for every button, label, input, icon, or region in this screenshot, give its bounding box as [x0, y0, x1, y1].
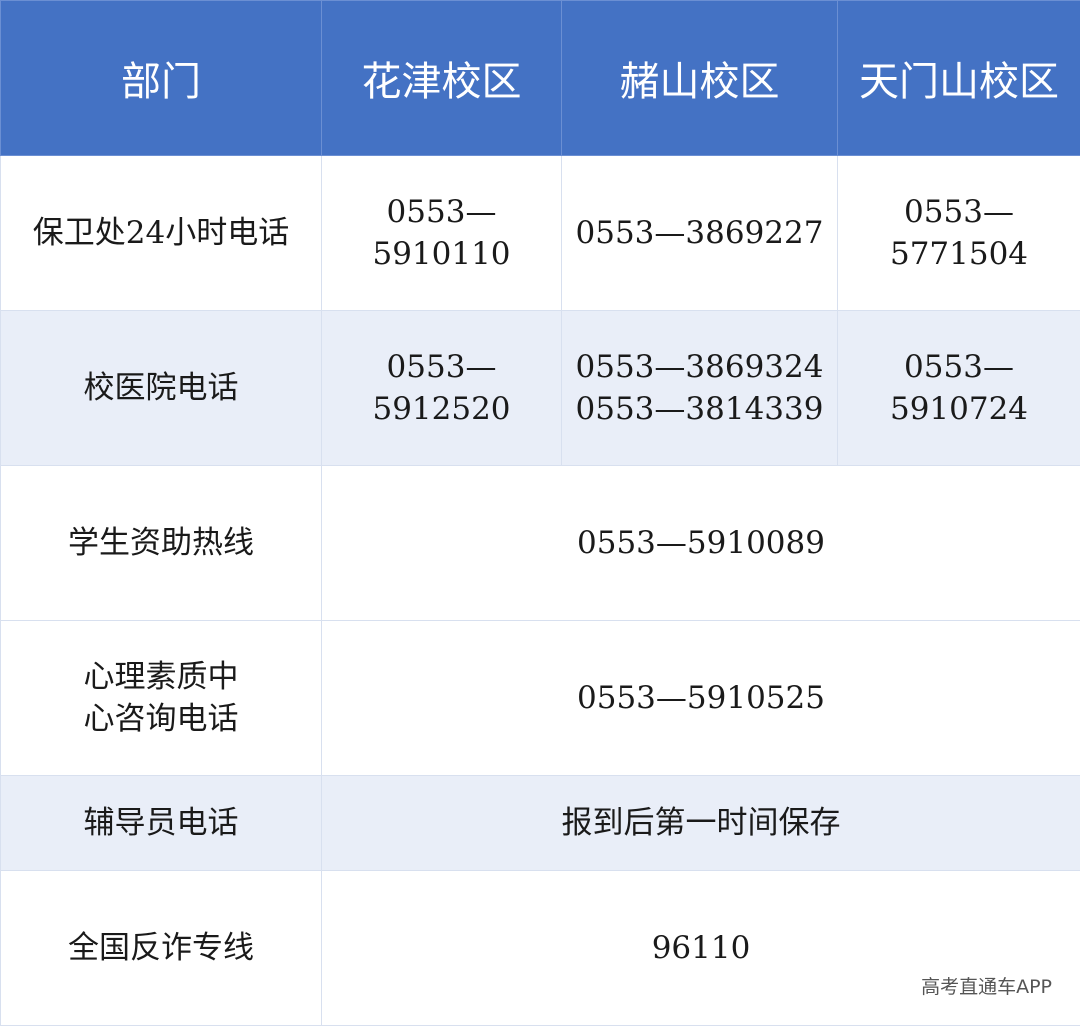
phone-cell: 0553—3869227: [562, 156, 838, 311]
dept-label-line: 心咨询电话: [1, 698, 321, 740]
table-row: 辅导员电话 报到后第一时间保存: [1, 776, 1080, 871]
phone-cell: 0553—5910724: [838, 311, 1080, 466]
phone-cell-merged: 0553—5910525: [322, 621, 1080, 776]
note-cell-merged: 报到后第一时间保存: [322, 776, 1080, 871]
phone-line: 0553—3869324: [562, 346, 837, 388]
dept-counselor: 辅导员电话: [1, 776, 322, 871]
table-row: 心理素质中 心咨询电话 0553—5910525: [1, 621, 1080, 776]
phone-cell: 0553—5771504: [838, 156, 1080, 311]
table-row: 校医院电话 0553—5912520 0553—3869324 0553—381…: [1, 311, 1080, 466]
dept-anti-fraud: 全国反诈专线: [1, 871, 322, 1026]
header-zheshan-campus: 赭山校区: [562, 1, 838, 156]
phone-cell-multi: 0553—3869324 0553—3814339: [562, 311, 838, 466]
table-row: 保卫处24小时电话 0553—5910110 0553—3869227 0553…: [1, 156, 1080, 311]
watermark: 高考直通车APP: [921, 972, 1052, 999]
header-dept: 部门: [1, 1, 322, 156]
phone-cell: 0553—5910110: [322, 156, 562, 311]
phone-cell: 0553—5912520: [322, 311, 562, 466]
dept-hospital: 校医院电话: [1, 311, 322, 466]
dept-label-line: 心理素质中: [1, 656, 321, 698]
dept-security: 保卫处24小时电话: [1, 156, 322, 311]
phone-cell-merged: 0553—5910089: [322, 466, 1080, 621]
header-tianmenshan-campus: 天门山校区: [838, 1, 1080, 156]
dept-counseling: 心理素质中 心咨询电话: [1, 621, 322, 776]
phone-cell-merged: 96110: [322, 871, 1080, 1026]
contact-table: 部门 花津校区 赭山校区 天门山校区 保卫处24小时电话 0553—591011…: [0, 0, 1080, 1026]
header-huajin-campus: 花津校区: [322, 1, 562, 156]
dept-financial-aid: 学生资助热线: [1, 466, 322, 621]
phone-line: 0553—3814339: [562, 388, 837, 430]
table-row: 全国反诈专线 96110: [1, 871, 1080, 1026]
table-row: 学生资助热线 0553—5910089: [1, 466, 1080, 621]
header-row: 部门 花津校区 赭山校区 天门山校区: [1, 1, 1080, 156]
